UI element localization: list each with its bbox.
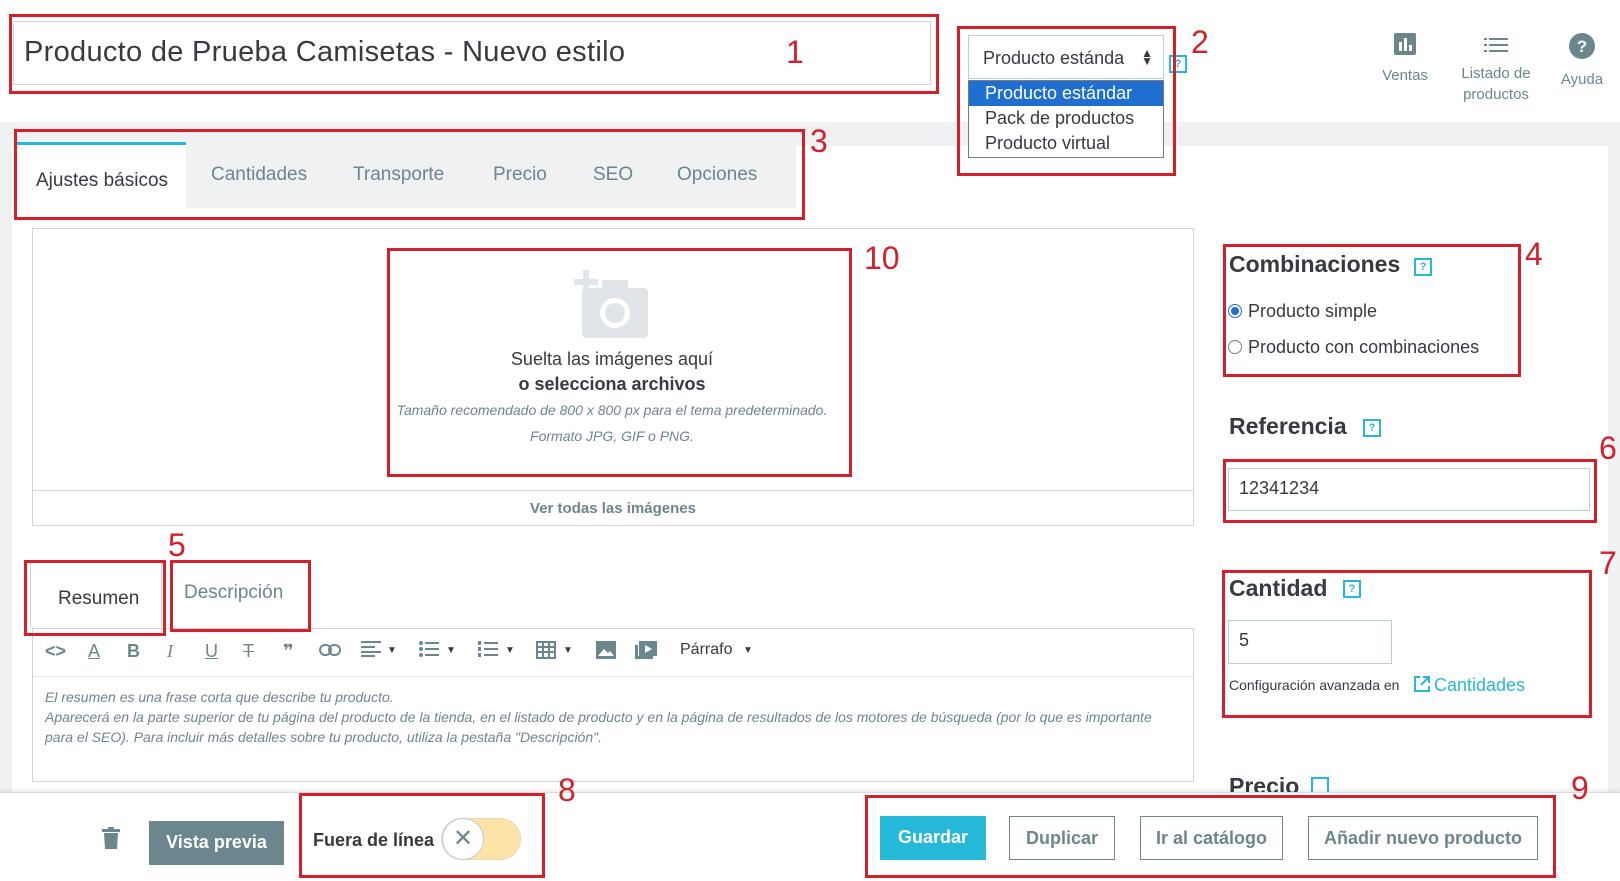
table-icon[interactable] — [536, 641, 556, 664]
summary-placeholder-line1: El resumen es una frase corta que descri… — [45, 689, 394, 705]
radio-unselected-icon — [1228, 340, 1242, 354]
svg-text:?: ? — [1577, 37, 1587, 56]
product-type-select[interactable]: Producto estánda ▲ ▼ — [968, 35, 1164, 79]
help-icon[interactable]: ? — [1169, 55, 1187, 73]
underline-icon[interactable]: U — [205, 641, 218, 662]
image-size-hint: Tamaño recomendado de 800 x 800 px para … — [396, 402, 828, 418]
nav-product-list-label: Listado de productos — [1461, 65, 1531, 103]
callout-4: 4 — [1525, 236, 1543, 272]
numbered-list-caret-icon[interactable]: ▼ — [505, 645, 515, 656]
tab-description[interactable]: Descripción — [184, 582, 283, 604]
summary-editor[interactable]: <> A B I U T ❞ ▼ ▼ ▼ ▼ Párrafo ▼ El resu… — [32, 628, 1194, 782]
price-title: Precio — [1229, 773, 1300, 793]
quantity-title: Cantidad — [1229, 575, 1328, 601]
paragraph-caret-icon[interactable]: ▼ — [743, 645, 753, 656]
radio-combinations-product[interactable]: Producto con combinaciones — [1228, 337, 1479, 358]
nav-product-list[interactable]: Listado de productos — [1452, 33, 1540, 105]
callout-6: 6 — [1599, 430, 1617, 466]
callout-1: 1 — [786, 34, 804, 70]
image-icon[interactable] — [596, 641, 616, 664]
callout-2: 2 — [1191, 24, 1209, 60]
duplicate-button[interactable]: Duplicar — [1009, 816, 1115, 860]
reference-help-icon[interactable]: ? — [1363, 419, 1381, 437]
table-caret-icon[interactable]: ▼ — [563, 645, 573, 656]
editor-toolbar: <> A B I U T ❞ ▼ ▼ ▼ ▼ Párrafo ▼ — [33, 629, 1193, 677]
radio-simple-label: Producto simple — [1248, 301, 1378, 321]
drop-images-text: Suelta las imágenes aquí — [510, 349, 714, 369]
callout-9: 9 — [1571, 770, 1589, 806]
go-to-catalog-button[interactable]: Ir al catálogo — [1140, 816, 1283, 860]
tab-shipping[interactable]: Transporte — [353, 164, 444, 186]
type-option-pack[interactable]: Pack de productos — [969, 106, 1163, 131]
quantity-help-icon[interactable]: ? — [1343, 580, 1361, 598]
quote-icon[interactable]: ❞ — [283, 641, 294, 662]
tab-quantities[interactable]: Cantidades — [211, 164, 307, 186]
callout-5: 5 — [168, 527, 186, 563]
type-option-standard[interactable]: Producto estándar — [969, 81, 1163, 106]
product-type-dropdown[interactable]: Producto estándar Pack de productos Prod… — [968, 80, 1164, 158]
tab-price[interactable]: Precio — [493, 164, 547, 186]
align-caret-icon[interactable]: ▼ — [387, 645, 397, 656]
reference-input[interactable]: 12341234 — [1228, 468, 1590, 511]
type-option-virtual[interactable]: Producto virtual — [969, 131, 1163, 156]
toggle-off-icon: ✕ — [442, 818, 484, 860]
callout-7: 7 — [1599, 545, 1617, 581]
tab-seo[interactable]: SEO — [593, 164, 633, 186]
offline-toggle[interactable]: ✕ — [441, 818, 521, 860]
quantity-input[interactable]: 5 — [1228, 620, 1392, 664]
strikethrough-icon[interactable]: T — [243, 641, 254, 662]
list-icon — [1452, 33, 1540, 59]
trash-icon[interactable] — [102, 827, 120, 854]
callout-8: 8 — [558, 772, 576, 808]
nav-help-label: Ayuda — [1560, 71, 1604, 88]
radio-selected-icon — [1228, 304, 1242, 318]
chart-icon — [1370, 33, 1440, 61]
preview-button[interactable]: Vista previa — [149, 821, 284, 865]
link-icon[interactable] — [319, 641, 341, 662]
bullet-list-caret-icon[interactable]: ▼ — [446, 645, 456, 656]
media-icon[interactable] — [635, 641, 657, 664]
combinations-title: Combinaciones — [1229, 251, 1401, 277]
tab-options[interactable]: Opciones — [677, 164, 757, 186]
external-link-icon[interactable] — [1413, 675, 1431, 698]
save-button[interactable]: Guardar — [880, 816, 986, 860]
add-photo-icon[interactable] — [574, 270, 650, 345]
tab-basic-settings[interactable]: Ajustes básicos — [16, 142, 186, 208]
price-help-icon[interactable] — [1311, 777, 1329, 792]
radio-simple-product[interactable]: Producto simple — [1228, 301, 1377, 322]
radio-combinations-label: Producto con combinaciones — [1248, 337, 1480, 357]
image-format-hint: Formato JPG, GIF o PNG. — [530, 428, 694, 444]
help-circle-icon: ? — [1554, 33, 1610, 65]
callout-3: 3 — [810, 123, 828, 159]
tab-summary[interactable]: Resumen — [30, 561, 162, 628]
nav-sales-label: Ventas — [1382, 67, 1428, 84]
add-new-product-button[interactable]: Añadir nuevo producto — [1308, 816, 1538, 860]
summary-placeholder[interactable]: El resumen es una frase corta que descri… — [45, 687, 1175, 747]
bold-icon[interactable]: B — [127, 641, 140, 662]
reference-title: Referencia — [1229, 413, 1347, 439]
align-icon[interactable] — [361, 641, 381, 662]
source-code-icon[interactable]: <> — [45, 641, 66, 662]
select-files-link[interactable]: o selecciona archivos — [312, 374, 912, 395]
select-arrows-icon: ▲ ▼ — [1141, 46, 1153, 68]
quantities-link[interactable]: Cantidades — [1434, 675, 1525, 696]
summary-placeholder-line2: Aparecerá en la parte superior de tu pág… — [45, 709, 1152, 745]
nav-sales[interactable]: Ventas — [1370, 33, 1440, 86]
view-all-images-link[interactable]: Ver todas las imágenes — [32, 490, 1194, 526]
offline-label: Fuera de línea — [313, 830, 435, 850]
combinations-help-icon[interactable]: ? — [1414, 258, 1432, 276]
text-color-icon[interactable]: A — [88, 641, 100, 662]
numbered-list-icon[interactable] — [478, 641, 498, 662]
callout-10: 10 — [864, 240, 900, 276]
product-type-value: Producto estánda — [983, 48, 1125, 68]
bullet-list-icon[interactable] — [419, 641, 439, 662]
content-gutter-left — [0, 122, 12, 792]
advanced-config-text: Configuración avanzada en — [1229, 677, 1400, 693]
nav-help[interactable]: ? Ayuda — [1554, 33, 1610, 90]
paragraph-format-select[interactable]: Párrafo — [680, 641, 732, 659]
italic-icon[interactable]: I — [167, 641, 173, 662]
